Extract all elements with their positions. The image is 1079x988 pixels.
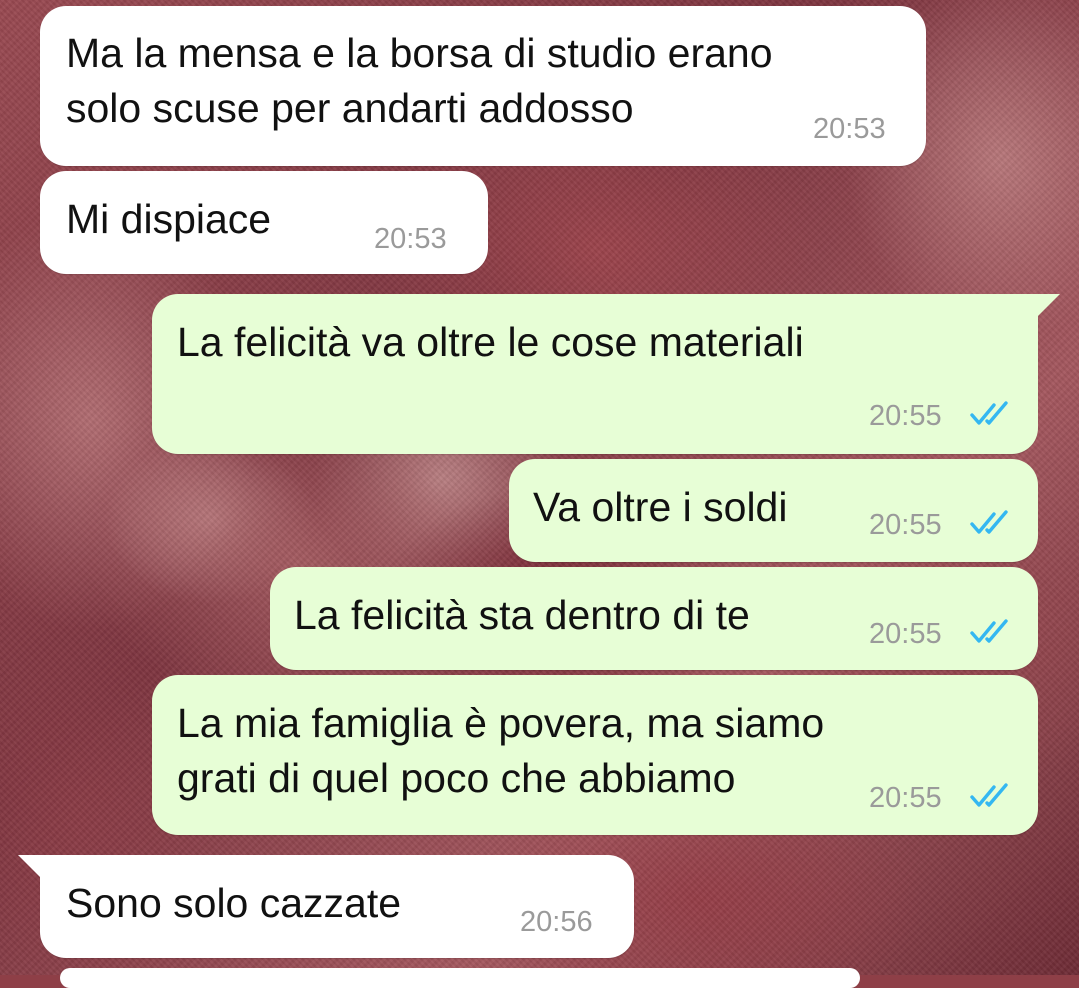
message-time: 20:53 [374, 223, 447, 255]
double-check-read-icon [970, 401, 1008, 425]
message-text: Va oltre i soldi [533, 484, 788, 530]
message-time: 20:55 [869, 509, 942, 541]
message-text: Ma la mensa e la borsa di studio erano s… [66, 30, 773, 131]
message-time: 20:55 [869, 400, 942, 432]
outgoing-message[interactable]: La felicità va oltre le cose materiali 2… [152, 294, 1038, 454]
incoming-message[interactable]: Mi dispiace 20:53 [40, 171, 488, 274]
outgoing-message[interactable]: Va oltre i soldi 20:55 [509, 459, 1038, 562]
incoming-message[interactable]: Ma la mensa e la borsa di studio erano s… [40, 6, 926, 166]
bubble-tail [18, 855, 40, 877]
message-input-bar[interactable] [60, 968, 860, 988]
outgoing-message[interactable]: La mia famiglia è povera, ma siamo grati… [152, 675, 1038, 835]
double-check-read-icon [970, 510, 1008, 534]
incoming-message[interactable]: Sono solo cazzate 20:56 [40, 855, 634, 958]
message-text: La mia famiglia è povera, ma siamo grati… [177, 700, 825, 801]
message-time: 20:56 [520, 906, 593, 938]
message-time: 20:55 [869, 618, 942, 650]
outgoing-message[interactable]: La felicità sta dentro di te 20:55 [270, 567, 1038, 670]
message-time: 20:53 [813, 113, 886, 145]
message-text: La felicità sta dentro di te [294, 592, 750, 638]
double-check-read-icon [970, 619, 1008, 643]
message-text: Mi dispiace [66, 196, 272, 242]
message-text: La felicità va oltre le cose materiali [177, 319, 804, 365]
bubble-tail [1038, 294, 1060, 316]
message-time: 20:55 [869, 782, 942, 814]
message-text: Sono solo cazzate [66, 880, 402, 926]
double-check-read-icon [970, 783, 1008, 807]
